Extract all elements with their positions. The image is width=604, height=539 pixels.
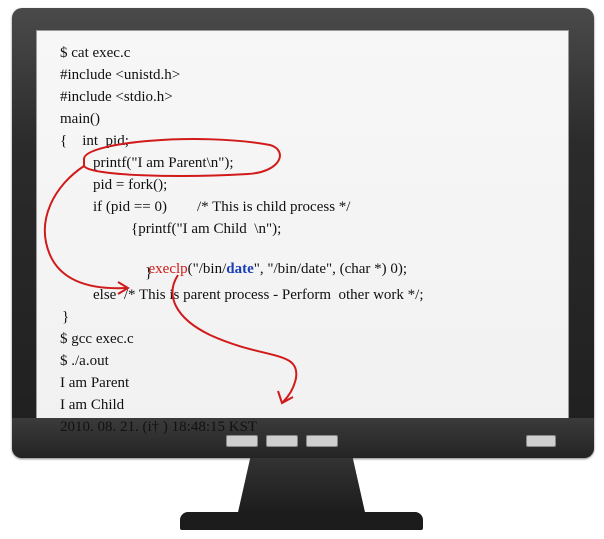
execlp-args-1: ("/bin/ [187,261,227,277]
code-line-close-brace: } [62,309,70,325]
code-line-int-pid: { int pid; [60,133,129,149]
monitor-stand-base [180,512,423,530]
code-line-if: if (pid == 0) /* This is child process *… [93,199,351,215]
output-line-parent: I am Parent [60,375,130,391]
execlp-args-2: ", "/bin/date", (char *) 0); [253,261,408,277]
code-line-include-unistd: #include <unistd.h> [60,67,181,83]
monitor-button-1[interactable] [226,435,258,447]
execlp-date-word: date [226,261,254,277]
code-line-cat: $ cat exec.c [60,45,131,61]
monitor-button-3[interactable] [306,435,338,447]
shell-line-gcc: $ gcc exec.c [60,331,134,347]
code-line-include-stdio: #include <stdio.h> [60,89,173,105]
shell-line-run: $ ./a.out [60,353,109,369]
code-line-printf-parent: printf("I am Parent\n"); [93,155,234,171]
execlp-keyword: execlp [148,261,188,277]
code-line-main: main() [60,111,100,127]
monitor-button-2[interactable] [266,435,298,447]
code-line-close-brace-inner: } [145,265,153,281]
code-line-fork: pid = fork(); [93,177,168,193]
power-button[interactable] [526,435,556,447]
monitor-stand-neck [236,458,367,518]
code-line-printf-child: {printf("I am Child \n"); [131,221,282,237]
output-line-child: I am Child [60,397,125,413]
code-line-execlp: execlp("/bin/date", "/bin/date", (char *… [141,242,408,278]
code-line-else: else /* This is parent process - Perform… [93,287,424,303]
output-line-date: 2010. 08. 21. (i† ) 18:48:15 KST [60,419,258,435]
